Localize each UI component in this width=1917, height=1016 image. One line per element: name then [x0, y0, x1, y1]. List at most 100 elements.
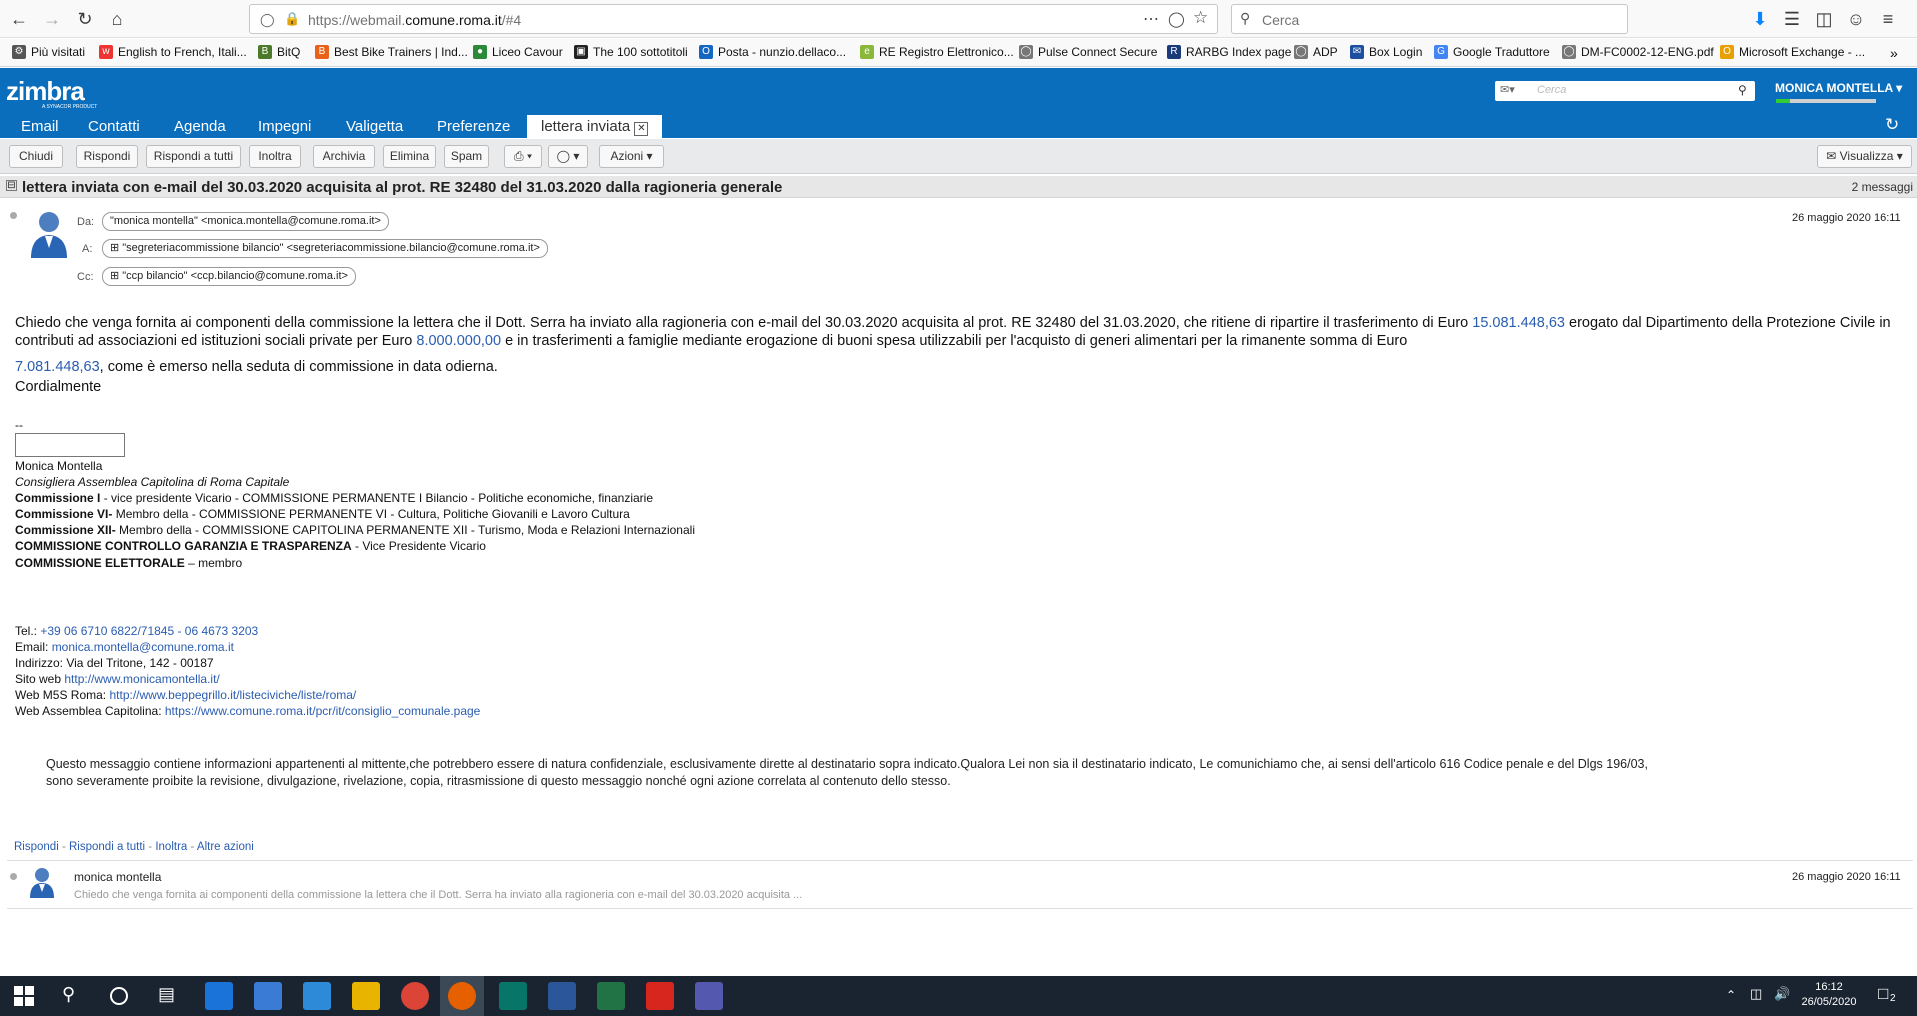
reply-link[interactable]: Rispondi	[14, 841, 59, 853]
bookmark-item[interactable]: e RE Registro Elettronico...	[860, 45, 1014, 59]
tab-email[interactable]: Email	[21, 115, 59, 138]
excel-icon[interactable]	[597, 982, 625, 1010]
tab-contatti[interactable]: Contatti	[88, 115, 140, 138]
teams-icon[interactable]	[695, 982, 723, 1010]
bookmark-item[interactable]: R RARBG Index page	[1167, 45, 1291, 59]
start-icon[interactable]	[14, 986, 34, 1006]
chrome-icon[interactable]	[401, 982, 429, 1010]
read-status-icon[interactable]	[10, 873, 17, 880]
explorer-icon[interactable]	[352, 982, 380, 1010]
network-icon[interactable]: ◫	[1750, 986, 1762, 1002]
m5s-link[interactable]: http://www.beppegrillo.it/listeciviche/l…	[109, 688, 356, 702]
spam-button[interactable]: Spam	[444, 145, 489, 168]
tel-link[interactable]: +39 06 6710 6822/71845 - 06 4673 3203	[40, 624, 258, 638]
store-icon[interactable]	[254, 982, 282, 1010]
bookmark-item[interactable]: ✉ Box Login	[1350, 45, 1422, 59]
url-bar[interactable]: ◯ 🔒 https://webmail.comune.roma.it/#4 ⋯ …	[249, 4, 1218, 34]
search-icon[interactable]: ⚲	[62, 984, 75, 1005]
account-icon[interactable]: ☺	[1841, 4, 1871, 34]
download-icon[interactable]: ⬇	[1745, 4, 1775, 34]
bookmark-item[interactable]: ⚙ Più visitati	[12, 45, 85, 59]
amount-link[interactable]: 15.081.448,63	[1472, 315, 1565, 331]
bookmark-item[interactable]: O Posta - nunzio.dellaco...	[699, 45, 846, 59]
bookmark-item[interactable]: w English to French, Itali...	[99, 45, 247, 59]
email-link[interactable]: monica.montella@comune.roma.it	[52, 640, 234, 654]
star-icon[interactable]: ☆	[1193, 8, 1208, 28]
archive-button[interactable]: Archivia	[313, 145, 375, 168]
chevron-more-icon[interactable]: »	[1890, 45, 1898, 61]
tab-valigetta[interactable]: Valigetta	[346, 115, 403, 138]
home-icon[interactable]: ⌂	[102, 4, 132, 34]
bookmark-item[interactable]: G Google Traduttore	[1434, 45, 1550, 59]
menu-icon[interactable]: ≡	[1873, 4, 1903, 34]
bookmark-item[interactable]: ● Liceo Cavour	[473, 45, 563, 59]
tab-impegni[interactable]: Impegni	[258, 115, 311, 138]
publisher-icon[interactable]	[499, 982, 527, 1010]
mail-type-icon[interactable]: ✉▾	[1500, 83, 1515, 96]
actions-button[interactable]: Azioni ▾	[599, 145, 664, 168]
user-menu[interactable]: MONICA MONTELLA ▾	[1775, 81, 1902, 95]
divider	[7, 860, 1913, 861]
expand-icon[interactable]: ⊟	[6, 180, 17, 191]
edge-icon[interactable]	[205, 982, 233, 1010]
notification-icon[interactable]: □	[1878, 984, 1888, 1004]
site-link[interactable]: http://www.monicamontella.it/	[64, 672, 219, 686]
word-icon[interactable]	[548, 982, 576, 1010]
from-address[interactable]: "monica montella" <monica.montella@comun…	[102, 212, 389, 231]
clock[interactable]: 16:12 26/05/2020	[1798, 980, 1860, 1010]
zimbra-search-input[interactable]: ✉▾ Cerca ⚲	[1495, 81, 1755, 101]
assemblea-link[interactable]: https://www.comune.roma.it/pcr/it/consig…	[165, 704, 481, 718]
read-status-icon[interactable]	[10, 212, 17, 219]
reload-icon[interactable]: ↻	[70, 4, 100, 34]
back-icon[interactable]: ←	[4, 4, 34, 34]
tab-lettera-inviata[interactable]: lettera inviata ✕	[527, 115, 663, 138]
pocket-icon[interactable]: ◯	[1168, 10, 1185, 28]
mail-icon[interactable]	[303, 982, 331, 1010]
acrobat-icon[interactable]	[646, 982, 674, 1010]
library-icon[interactable]: ☰	[1777, 4, 1807, 34]
expand-icon[interactable]: ⊞	[110, 270, 119, 282]
forward-icon[interactable]: →	[37, 4, 67, 34]
forward-button[interactable]: Inoltra	[249, 145, 301, 168]
bookmark-item[interactable]: ◯ DM-FC0002-12-ENG.pdf	[1562, 45, 1714, 59]
tray-chevron-icon[interactable]: ⌃	[1726, 988, 1736, 1002]
bookmark-item[interactable]: B Best Bike Trainers | Ind...	[315, 45, 468, 59]
delete-button[interactable]: Elimina	[383, 145, 436, 168]
amount-link[interactable]: 7.081.448,63	[15, 359, 100, 375]
message-preview: Chiedo che venga fornita ai componenti d…	[74, 889, 803, 901]
print-button[interactable]: ⎙ ▾	[504, 145, 542, 168]
search-icon[interactable]: ⚲	[1738, 83, 1747, 97]
to-address[interactable]: ⊞ "segreteriacommissione bilancio" <segr…	[102, 239, 548, 258]
amount-link[interactable]: 8.000.000,00	[416, 333, 501, 349]
close-icon[interactable]: ✕	[634, 122, 649, 136]
sidebar-icon[interactable]: ◫	[1809, 4, 1839, 34]
cortana-icon[interactable]	[110, 987, 128, 1005]
expand-icon[interactable]: ⊞	[110, 242, 119, 254]
forward-link[interactable]: Inoltra	[155, 841, 187, 853]
bookmark-item[interactable]: B BitQ	[258, 45, 300, 59]
bookmark-item[interactable]: ◯ Pulse Connect Secure	[1019, 45, 1157, 59]
message-date: 26 maggio 2020 16:11	[1792, 212, 1901, 224]
cc-address[interactable]: ⊞ "ccp bilancio" <ccp.bilancio@comune.ro…	[102, 267, 356, 286]
refresh-icon[interactable]: ↻	[1885, 115, 1899, 135]
firefox-icon[interactable]	[448, 982, 476, 1010]
reply-all-link[interactable]: Rispondi a tutti	[69, 841, 145, 853]
task-view-icon[interactable]: ▤	[158, 984, 175, 1005]
tag-button[interactable]: ◯ ▾	[548, 145, 588, 168]
sig-assemblea: Web Assemblea Capitolina: https://www.co…	[15, 704, 481, 718]
close-button[interactable]: Chiudi	[9, 145, 63, 168]
tab-agenda[interactable]: Agenda	[174, 115, 226, 138]
tab-preferenze[interactable]: Preferenze	[437, 115, 510, 138]
volume-icon[interactable]: 🔊	[1774, 986, 1790, 1002]
browser-search[interactable]: ⚲ Cerca	[1231, 4, 1628, 34]
bookmark-item[interactable]: O Microsoft Exchange - ...	[1720, 45, 1865, 59]
view-button[interactable]: ✉ Visualizza ▾	[1817, 145, 1912, 168]
reply-all-button[interactable]: Rispondi a tutti	[146, 145, 241, 168]
more-icon[interactable]: ⋯	[1143, 9, 1159, 29]
reply-button[interactable]: Rispondi	[76, 145, 138, 168]
sig-name: Monica Montella	[15, 459, 103, 473]
bookmark-item[interactable]: ▣ The 100 sottotitoli	[574, 45, 688, 59]
more-actions-link[interactable]: Altre azioni	[197, 841, 254, 853]
notification-count: 2	[1890, 993, 1896, 1004]
bookmark-item[interactable]: ◯ ADP	[1294, 45, 1338, 59]
